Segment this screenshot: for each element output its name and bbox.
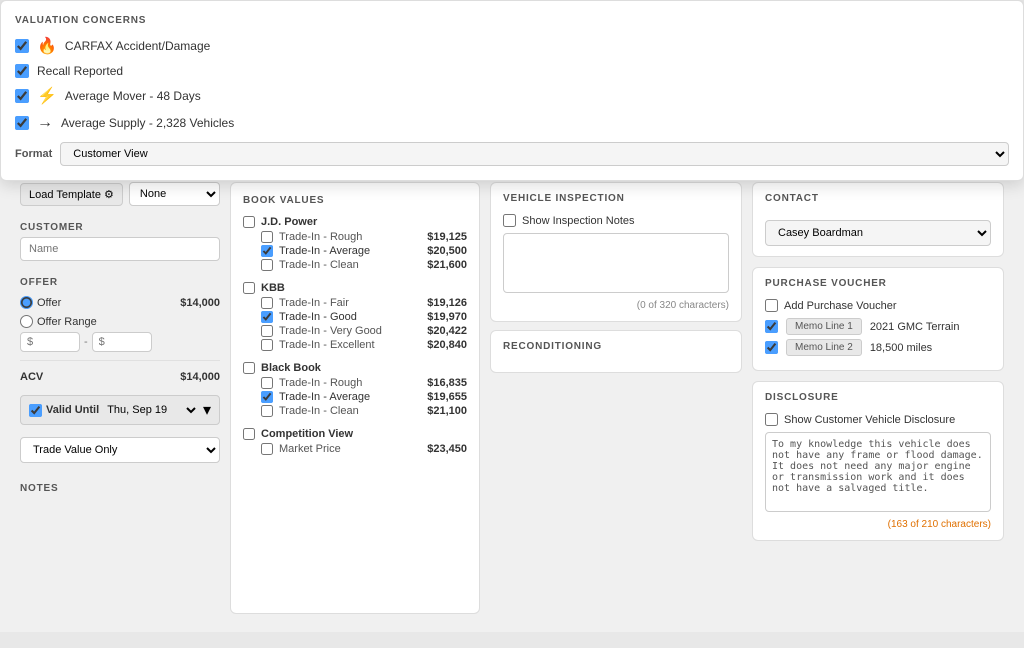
acv-value: $14,000 xyxy=(180,371,220,383)
kbb-excellent-checkbox[interactable] xyxy=(261,339,273,351)
kbb-verygood-checkbox[interactable] xyxy=(261,325,273,337)
offer-radio[interactable] xyxy=(20,296,33,309)
book-values-title: BOOK VALUES xyxy=(243,195,467,206)
customer-name-input[interactable] xyxy=(20,237,220,261)
reconditioning-title: RECONDITIONING xyxy=(503,341,729,352)
jdpower-average-checkbox[interactable] xyxy=(261,245,273,257)
blackbook-row-rough[interactable]: Trade-In - Rough $16,835 xyxy=(243,376,467,390)
offer-section-label: OFFER xyxy=(20,277,220,288)
blackbook-row-average[interactable]: Trade-In - Average $19,655 xyxy=(243,390,467,404)
book-section-blackbook: Black Book Trade-In - Rough $16,835 Trad… xyxy=(243,362,467,418)
disclosure-textarea[interactable]: To my knowledge this vehicle does not ha… xyxy=(765,432,991,512)
add-voucher-label: Add Purchase Voucher xyxy=(784,300,897,312)
kbb-main-checkbox[interactable] xyxy=(243,282,255,294)
jdpower-row-rough[interactable]: Trade-In - Rough $19,125 xyxy=(243,230,467,244)
competition-market-checkbox[interactable] xyxy=(261,443,273,455)
reconditioning-section: RECONDITIONING xyxy=(490,330,742,373)
template-select[interactable]: None xyxy=(129,182,220,206)
add-voucher-checkbox[interactable] xyxy=(765,299,778,312)
memo1-checkbox[interactable] xyxy=(765,320,778,333)
range-to-input[interactable] xyxy=(92,332,152,352)
format-select[interactable]: Customer View Internal View xyxy=(60,142,1009,166)
disclosure-checkbox[interactable] xyxy=(765,413,778,426)
blackbook-average-checkbox[interactable] xyxy=(261,391,273,403)
contact-title: CONTACT xyxy=(765,193,991,204)
memo2-value: 18,500 miles xyxy=(870,342,932,354)
show-inspection-label: Show Inspection Notes xyxy=(522,215,635,227)
offer-range-radio-label[interactable]: Offer Range xyxy=(20,315,97,328)
jdpower-clean-checkbox[interactable] xyxy=(261,259,273,271)
inspection-char-count: (0 of 320 characters) xyxy=(503,300,729,311)
blackbook-rough-checkbox[interactable] xyxy=(261,377,273,389)
inspection-textarea[interactable] xyxy=(503,233,729,293)
show-inspection-checkbox[interactable] xyxy=(503,214,516,227)
blackbook-clean-checkbox[interactable] xyxy=(261,405,273,417)
vehicle-inspection-section: VEHICLE INSPECTION Show Inspection Notes… xyxy=(490,182,742,322)
valid-until-select[interactable]: Thu, Sep 19 xyxy=(103,403,199,417)
trade-value-select[interactable]: Trade Value Only Retail Wholesale xyxy=(20,437,220,463)
offer-range-radio[interactable] xyxy=(20,315,33,328)
notes-label: NOTES xyxy=(20,483,220,494)
purchase-voucher-title: PURCHASE VOUCHER xyxy=(765,278,991,289)
memo-line-2: Memo Line 2 18,500 miles xyxy=(765,339,991,356)
acv-label: ACV xyxy=(20,371,43,383)
jdpower-row-average[interactable]: Trade-In - Average $20,500 xyxy=(243,244,467,258)
disclosure-char-count: (163 of 210 characters) xyxy=(765,519,991,530)
kbb-row-good[interactable]: Trade-In - Good $19,970 xyxy=(243,310,467,324)
offer-amount: $14,000 xyxy=(180,297,220,309)
kbb-good-checkbox[interactable] xyxy=(261,311,273,323)
disclosure-section: DISCLOSURE Show Customer Vehicle Disclos… xyxy=(752,381,1004,541)
disclosure-title: DISCLOSURE xyxy=(765,392,991,403)
kbb-row-excellent[interactable]: Trade-In - Excellent $20,840 xyxy=(243,338,467,352)
memo-line-1: Memo Line 1 2021 GMC Terrain xyxy=(765,318,991,335)
offer-radio-label[interactable]: Offer xyxy=(20,296,61,309)
contact-section: CONTACT Casey Boardman xyxy=(752,182,1004,257)
memo1-label: Memo Line 1 xyxy=(786,318,862,335)
kbb-fair-checkbox[interactable] xyxy=(261,297,273,309)
book-section-competition: Competition View Market Price $23,450 xyxy=(243,428,467,456)
valuation-panel: VALUATION CONCERNS 🔥 CARFAX Accident/Dam… xyxy=(0,128,1024,181)
jdpower-row-clean[interactable]: Trade-In - Clean $21,600 xyxy=(243,258,467,272)
book-section-jdpower: J.D. Power Trade-In - Rough $19,125 Trad… xyxy=(243,216,467,272)
valid-until-dropdown-icon: ▾ xyxy=(203,400,211,420)
kbb-row-fair[interactable]: Trade-In - Fair $19,126 xyxy=(243,296,467,310)
kbb-row-verygood[interactable]: Trade-In - Very Good $20,422 xyxy=(243,324,467,338)
load-template-button[interactable]: Load Template ⚙ xyxy=(20,183,123,206)
book-section-kbb: KBB Trade-In - Fair $19,126 Trade-In - G… xyxy=(243,282,467,352)
memo2-label: Memo Line 2 xyxy=(786,339,862,356)
format-label: Format xyxy=(15,148,52,160)
memo1-value: 2021 GMC Terrain xyxy=(870,321,960,333)
jdpower-main-checkbox[interactable] xyxy=(243,216,255,228)
concern-supply-checkbox[interactable] xyxy=(15,128,29,130)
concern-supply[interactable]: → Average Supply - 2,328 Vehicles xyxy=(15,128,1009,132)
blackbook-main-checkbox[interactable] xyxy=(243,362,255,374)
contact-select[interactable]: Casey Boardman xyxy=(765,220,991,246)
valid-until-label: Valid Until xyxy=(46,404,99,416)
memo2-checkbox[interactable] xyxy=(765,341,778,354)
valid-until-checkbox[interactable] xyxy=(29,404,42,417)
inspection-title: VEHICLE INSPECTION xyxy=(503,193,729,204)
jdpower-rough-checkbox[interactable] xyxy=(261,231,273,243)
concern-supply-label: Average Supply - 2,328 Vehicles xyxy=(61,128,234,130)
disclosure-show-label: Show Customer Vehicle Disclosure xyxy=(784,414,955,426)
competition-row-market[interactable]: Market Price $23,450 xyxy=(243,442,467,456)
competition-main-checkbox[interactable] xyxy=(243,428,255,440)
customer-section-label: CUSTOMER xyxy=(20,222,220,233)
supply-icon: → xyxy=(37,128,53,132)
purchase-voucher-section: PURCHASE VOUCHER Add Purchase Voucher Me… xyxy=(752,267,1004,371)
blackbook-row-clean[interactable]: Trade-In - Clean $21,100 xyxy=(243,404,467,418)
range-from-input[interactable] xyxy=(20,332,80,352)
